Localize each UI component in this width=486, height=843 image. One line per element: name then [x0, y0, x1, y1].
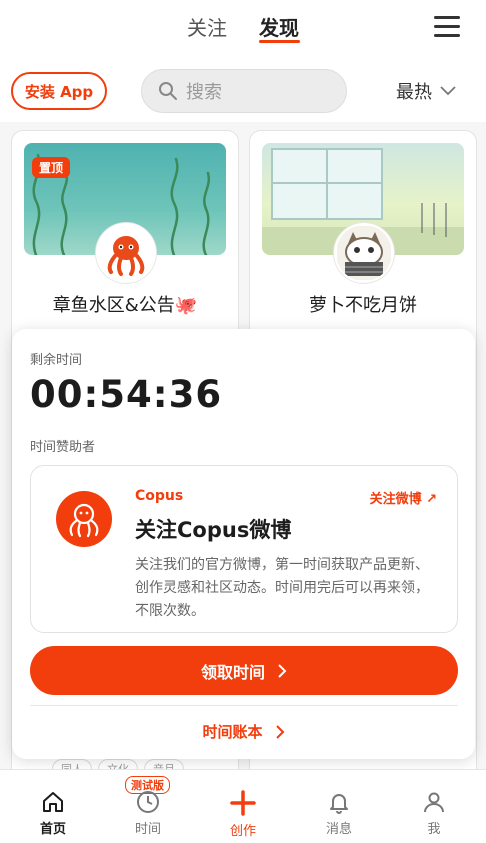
action-bar: 安装 App 搜索 最热	[0, 60, 486, 122]
nav-profile[interactable]: 我	[404, 790, 464, 837]
avatar	[334, 223, 394, 283]
hamburger-menu-icon[interactable]	[434, 16, 460, 37]
user-icon	[424, 792, 444, 813]
octopus-icon	[107, 236, 145, 276]
tag-list: 同人 文化 音月	[52, 759, 184, 769]
search-icon	[159, 82, 177, 100]
chevron-right-icon	[275, 724, 284, 739]
avatar	[96, 223, 156, 283]
card-title-text: 章鱼水区&公告	[52, 295, 175, 316]
cat-avatar-icon	[337, 226, 391, 280]
bottom-nav: 测试版 首页 时间 创作 消息 我	[0, 769, 486, 843]
card-title: 萝卜不吃月饼	[309, 295, 417, 316]
sponsor-description: 关注我们的官方微博，第一时间获取产品更新、创作灵感和社区动态。时间用完后可以再来…	[135, 557, 429, 619]
nav-home[interactable]: 首页	[23, 790, 83, 837]
nav-time-label: 时间	[134, 822, 161, 837]
time-ledger-link[interactable]: 时间账本	[12, 721, 475, 742]
tab-following[interactable]: 关注	[187, 12, 227, 41]
search-input[interactable]: 搜索	[141, 69, 347, 113]
card-title: 章鱼水区&公告🐙	[12, 291, 238, 317]
nav-messages-label: 消息	[325, 822, 352, 837]
follow-weibo-link[interactable]: 关注微博 ↗	[370, 488, 437, 507]
copus-logo	[56, 491, 112, 547]
sponsor-title: 关注Copus微博	[135, 518, 292, 542]
pinned-badge: 置顶	[32, 157, 71, 178]
claim-time-button[interactable]: 领取时间	[30, 646, 458, 695]
home-icon	[43, 792, 63, 812]
sort-label: 最热	[396, 82, 432, 103]
nav-time[interactable]: 时间	[118, 790, 178, 837]
time-panel: 剩余时间 00:54:36 时间赞助者 Copus 关注微博 ↗ 关注Copus…	[12, 329, 475, 759]
sponsor-card[interactable]: Copus 关注微博 ↗ 关注Copus微博 关注我们的官方微博，第一时间获取产…	[30, 465, 458, 633]
bell-icon	[330, 794, 348, 814]
nav-home-label: 首页	[39, 822, 66, 837]
nav-create-label: 创作	[229, 824, 256, 839]
chevron-down-icon	[440, 86, 456, 96]
countdown-timer: 00:54:36	[30, 373, 223, 416]
sponsor-section-label: 时间赞助者	[30, 440, 96, 455]
nav-profile-label: 我	[427, 822, 441, 837]
install-app-button[interactable]: 安装 App	[11, 72, 107, 110]
remaining-time-label: 剩余时间	[30, 353, 83, 368]
nav-create[interactable]: 创作	[213, 790, 273, 839]
sponsor-brand: Copus	[135, 488, 184, 504]
active-tab-indicator	[259, 40, 300, 43]
octopus-emoji-icon: 🐙	[174, 295, 198, 316]
claim-time-label: 领取时间	[200, 662, 265, 682]
search-placeholder: 搜索	[186, 82, 222, 103]
tag[interactable]: 文化	[98, 759, 138, 769]
nav-messages[interactable]: 消息	[309, 790, 369, 837]
tag[interactable]: 同人	[52, 759, 92, 769]
top-nav: 关注 发现	[0, 0, 486, 60]
tab-discover[interactable]: 发现	[259, 12, 299, 41]
divider	[30, 705, 458, 706]
clock-icon	[137, 791, 159, 813]
chevron-right-icon	[278, 663, 287, 678]
sort-dropdown[interactable]: 最热	[396, 78, 456, 104]
plus-icon	[230, 790, 256, 816]
time-ledger-label: 时间账本	[202, 723, 263, 741]
octopus-icon	[69, 503, 99, 538]
tag[interactable]: 音月	[144, 759, 184, 769]
